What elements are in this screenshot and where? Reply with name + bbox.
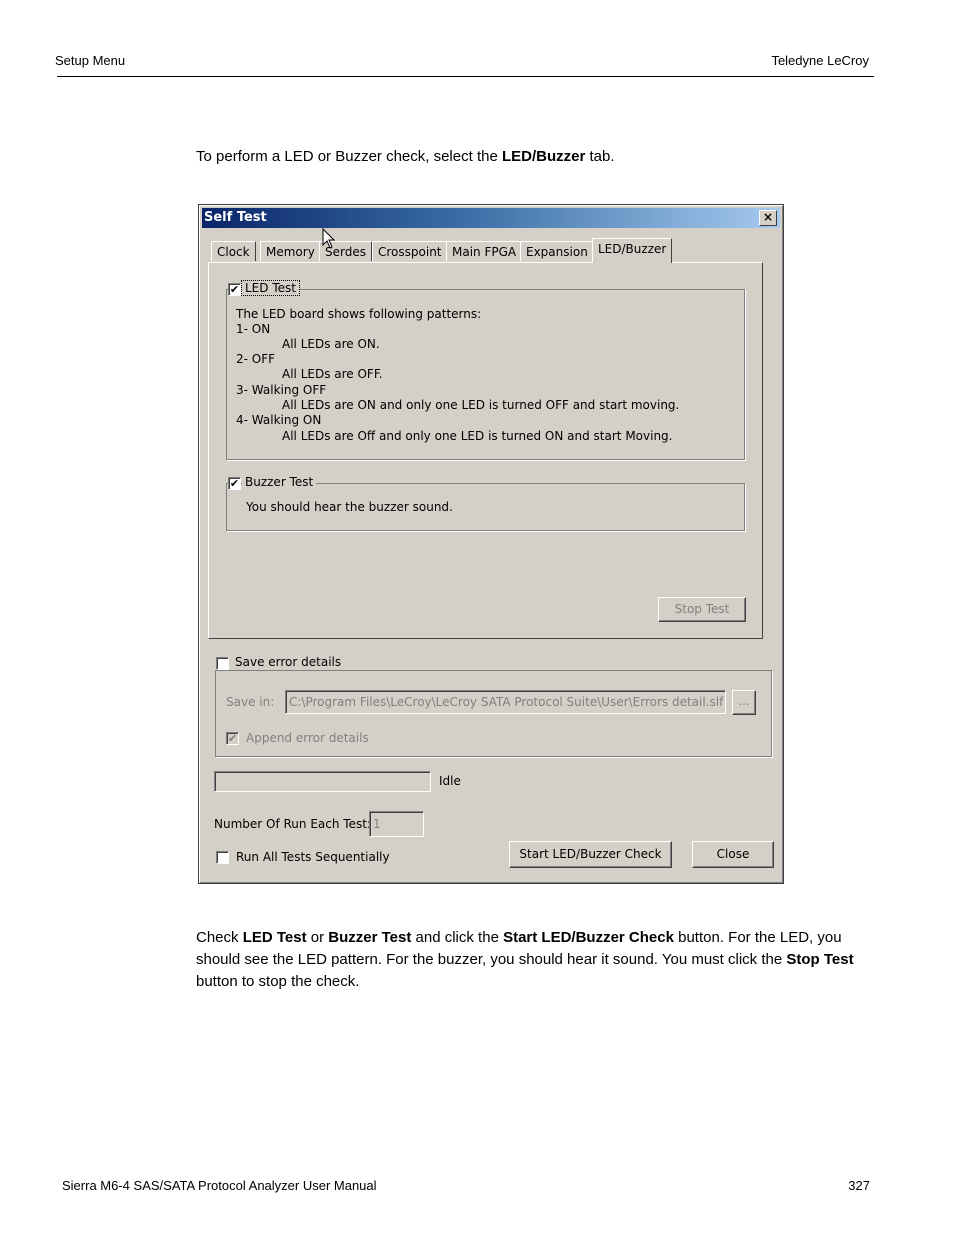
buzzer-desc: You should hear the buzzer sound. [246, 500, 453, 514]
runs-input[interactable]: 1 [369, 811, 424, 837]
header-company: Teledyne LeCroy [771, 53, 869, 68]
buzzer-test-checkbox[interactable]: ✔ [228, 477, 241, 490]
close-button[interactable]: Close [692, 841, 774, 868]
run-all-label[interactable]: Run All Tests Sequentially [236, 850, 390, 864]
save-error-label[interactable]: Save error details [232, 655, 345, 669]
intro-paragraph: To perform a LED or Buzzer check, select… [196, 146, 615, 168]
title-bar[interactable]: Self Test × [202, 208, 780, 228]
bold-start-check: Start LED/Buzzer Check [503, 929, 674, 946]
instructions-paragraph: Check LED Test or Buzzer Test and click … [196, 927, 868, 993]
tab-led-buzzer[interactable]: LED/Buzzer [592, 238, 673, 263]
header-section-title: Setup Menu [55, 53, 126, 68]
tab-main-fpga[interactable]: Main FPGA [446, 241, 523, 261]
led-buzzer-panel: ✔ LED Test The LED board shows following… [208, 262, 763, 639]
header-rule [57, 76, 874, 77]
led-pattern-title: 4- Walking ON [236, 413, 322, 427]
progress-bar [214, 771, 431, 792]
dialog-title: Self Test [204, 210, 267, 225]
intro-text-end: tab. [585, 148, 615, 165]
led-pattern-desc: All LEDs are ON. [282, 337, 380, 351]
append-error-checkbox[interactable]: ✔ [226, 732, 239, 745]
led-test-label[interactable]: LED Test [241, 280, 300, 296]
self-test-dialog: Self Test × Clock Memory Serdes Crosspoi… [198, 204, 784, 884]
text: or [306, 929, 329, 946]
save-path-input[interactable]: C:\Program Files\LeCroy\LeCroy SATA Prot… [285, 690, 726, 714]
led-pattern-title: 2- OFF [236, 352, 276, 366]
run-all-checkbox[interactable] [216, 851, 229, 864]
tab-clock[interactable]: Clock [211, 241, 256, 261]
intro-text: To perform a LED or Buzzer check, select… [196, 148, 502, 165]
led-pattern-desc: All LEDs are ON and only one LED is turn… [282, 398, 680, 412]
close-icon[interactable]: × [759, 210, 777, 226]
intro-bold: LED/Buzzer [501, 148, 586, 165]
runs-label: Number Of Run Each Test: [214, 817, 371, 831]
stop-test-button[interactable]: Stop Test [658, 597, 746, 622]
tab-expansion[interactable]: Expansion [520, 241, 594, 261]
bold-led-test: LED Test [242, 929, 307, 946]
tab-crosspoint[interactable]: Crosspoint [372, 241, 448, 261]
led-desc-line: The LED board shows following patterns: [236, 307, 482, 321]
footer-page-number: 327 [848, 1178, 870, 1193]
footer-manual-title: Sierra M6-4 SAS/SATA Protocol Analyzer U… [62, 1178, 377, 1193]
status-text: Idle [439, 774, 461, 788]
save-error-checkbox[interactable] [216, 657, 229, 670]
start-led-buzzer-check-button[interactable]: Start LED/Buzzer Check [509, 841, 672, 868]
text: and click the [411, 929, 504, 946]
led-test-checkbox[interactable]: ✔ [228, 283, 241, 296]
text: button to stop the check. [196, 973, 360, 990]
bold-buzzer-test: Buzzer Test [328, 929, 412, 946]
led-pattern-desc: All LEDs are Off and only one LED is tur… [282, 429, 673, 443]
browse-button[interactable]: ... [732, 690, 756, 715]
tab-memory[interactable]: Memory [260, 241, 321, 261]
led-pattern-title: 3- Walking OFF [236, 383, 327, 397]
bold-stop-test: Stop Test [786, 951, 854, 968]
text: Check [196, 929, 243, 946]
led-pattern-desc: All LEDs are OFF. [282, 367, 383, 381]
led-pattern-title: 1- ON [236, 322, 271, 336]
buzzer-test-label[interactable]: Buzzer Test [242, 475, 317, 489]
append-error-label[interactable]: Append error details [246, 731, 369, 745]
mouse-cursor-icon [322, 228, 336, 249]
save-in-label: Save in: [226, 695, 275, 709]
